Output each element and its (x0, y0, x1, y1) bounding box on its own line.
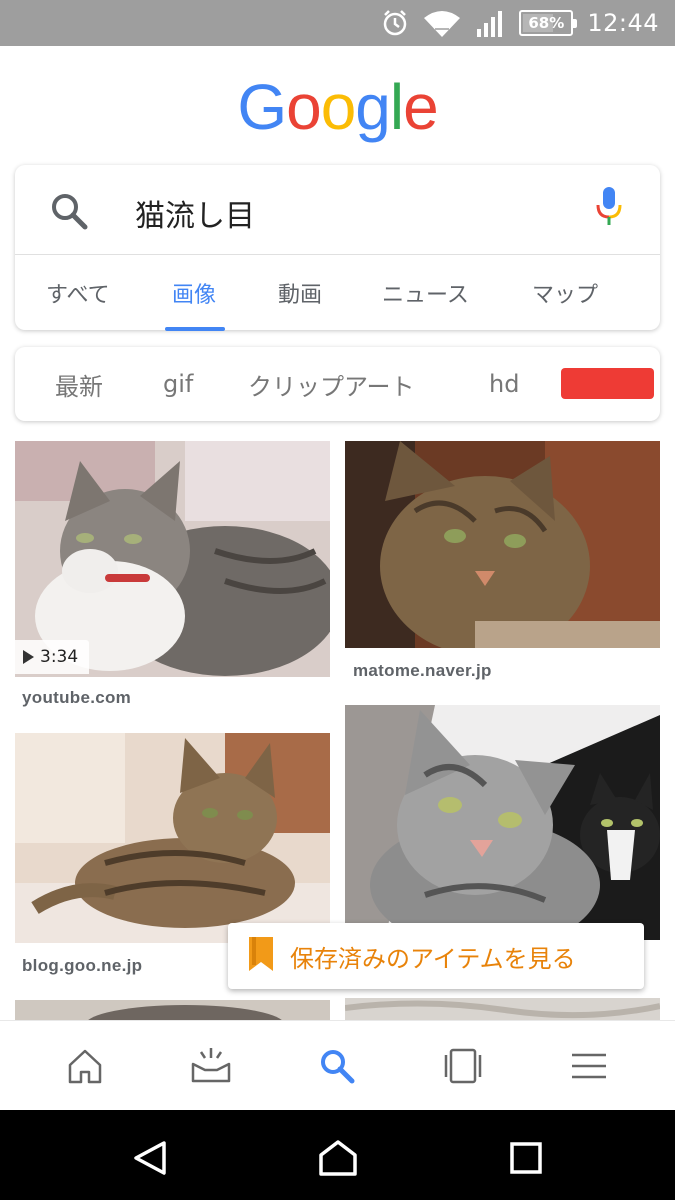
image-result-6[interactable] (345, 998, 660, 1020)
tab-all[interactable]: すべて (46, 255, 110, 330)
recents-icon[interactable] (506, 1138, 546, 1178)
search-input[interactable]: 猫流し目 (135, 191, 255, 235)
result-source[interactable]: youtube.com (22, 688, 131, 708)
filter-chip-clipart[interactable]: クリップアート (248, 347, 415, 421)
result-source[interactable]: matome.naver.jp (353, 661, 492, 681)
alarm-icon (381, 9, 409, 37)
home-icon[interactable] (62, 1043, 108, 1089)
logo-letter: e (403, 71, 439, 143)
menu-icon[interactable] (566, 1043, 612, 1089)
back-icon[interactable] (130, 1138, 170, 1178)
tab-images[interactable]: 画像 (172, 255, 216, 330)
saved-items-button[interactable]: 保存済みのアイテムを見る (228, 923, 644, 989)
logo-letter: g (355, 71, 391, 143)
filter-chip-latest[interactable]: 最新 (55, 347, 103, 421)
search-bar[interactable]: 猫流し目 (15, 165, 660, 255)
image-result-3[interactable] (15, 733, 330, 943)
filter-chip-color[interactable] (561, 368, 654, 399)
search-nav-icon[interactable] (314, 1043, 360, 1089)
image-result-2[interactable] (345, 441, 660, 648)
image-result-5[interactable] (15, 1000, 330, 1020)
active-tab-indicator (165, 327, 225, 331)
video-duration-badge: 3:34 (15, 640, 89, 674)
search-tabs: すべて 画像 動画 ニュース マップ (15, 255, 660, 331)
mic-icon[interactable] (595, 187, 623, 231)
filter-chip-gif[interactable]: gif (163, 347, 193, 421)
logo-letter: o (320, 71, 357, 143)
tab-maps[interactable]: マップ (532, 255, 598, 330)
filter-chip-hd[interactable]: hd (489, 347, 519, 421)
result-source[interactable]: blog.goo.ne.jp (22, 956, 142, 976)
wifi-icon (423, 9, 461, 37)
play-icon (23, 650, 34, 664)
search-card: 猫流し目 すべて 画像 動画 ニュース マップ (15, 165, 660, 331)
bookmark-icon (246, 937, 276, 975)
battery-indicator: 68% (519, 10, 578, 36)
filter-bar: 最新 gif クリップアート hd (15, 347, 660, 421)
saved-items-label: 保存済みのアイテムを見る (290, 944, 576, 973)
tab-news[interactable]: ニュース (382, 255, 469, 330)
updates-icon[interactable] (188, 1043, 234, 1089)
clock: 12:44 (587, 9, 659, 37)
bottom-navigation (0, 1020, 675, 1110)
logo-letter: G (237, 71, 287, 143)
system-home-icon[interactable] (318, 1138, 358, 1178)
battery-text: 68% (528, 14, 565, 32)
system-navigation-bar (0, 1110, 675, 1200)
video-duration: 3:34 (40, 647, 79, 667)
tab-videos[interactable]: 動画 (278, 255, 322, 330)
logo-letter: o (286, 71, 322, 143)
logo-letter: l (389, 71, 404, 143)
search-icon[interactable] (49, 191, 89, 231)
google-logo: Google (0, 70, 675, 144)
status-bar: 68% 12:44 (0, 0, 675, 46)
tabs-icon[interactable] (440, 1043, 486, 1089)
image-result-4[interactable] (345, 705, 660, 940)
signal-icon (475, 9, 505, 37)
